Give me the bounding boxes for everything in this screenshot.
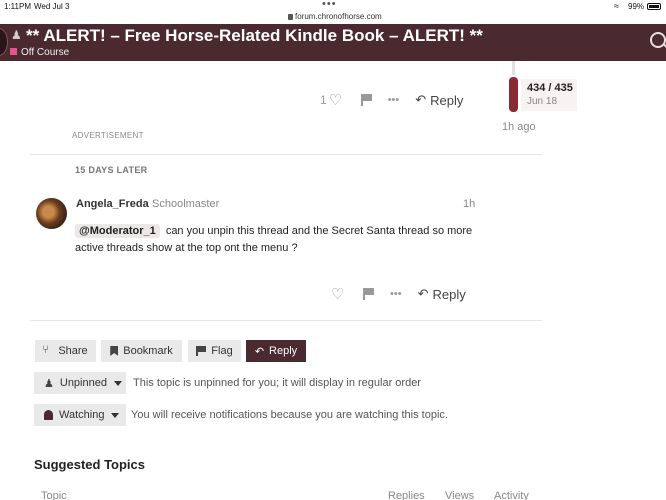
- divider: [30, 320, 542, 321]
- bookmark-icon: [110, 346, 119, 356]
- like-heart-icon[interactable]: [329, 91, 342, 109]
- search-icon[interactable]: [650, 32, 666, 48]
- caret-down-icon: [113, 380, 122, 386]
- reply-label: Reply: [432, 286, 466, 302]
- flag-icon[interactable]: [360, 94, 372, 106]
- notification-level-label: Watching: [59, 409, 105, 421]
- notification-level-text: You will receive notifications because y…: [131, 409, 448, 421]
- url-text: forum.chronofhorse.com: [295, 12, 382, 21]
- category-name: Off Course: [21, 47, 70, 58]
- more-dots-icon[interactable]: •••: [388, 94, 400, 106]
- like-heart-icon[interactable]: [331, 285, 344, 303]
- column-replies[interactable]: Replies: [388, 490, 425, 500]
- reply-label: Reply: [430, 92, 464, 108]
- bell-icon: [44, 410, 53, 420]
- timeline-date: Jun 18: [527, 96, 558, 107]
- battery-percent: 99%: [628, 2, 645, 11]
- reply-arrow-icon: ↶: [254, 345, 265, 358]
- status-bar: 1:11PM Wed Jul 3 ••• forum.chronofhorse.…: [0, 0, 666, 24]
- post-user-title: Schoolmaster: [152, 198, 220, 210]
- post-actions: ••• ↶Reply: [331, 283, 466, 305]
- flag-icon[interactable]: [362, 288, 374, 300]
- post-body: @Moderator_1 can you unpin this thread a…: [75, 223, 495, 257]
- share-label: Share: [58, 345, 88, 357]
- suggested-topics-heading: Suggested Topics: [34, 457, 145, 472]
- more-dots-icon[interactable]: •••: [390, 288, 402, 300]
- timeline-position: 434 / 435: [527, 82, 573, 94]
- flag-icon: [196, 346, 207, 356]
- site-logo[interactable]: [0, 28, 8, 56]
- timeline-track: [512, 61, 515, 75]
- pin-status-label: Unpinned: [59, 377, 107, 389]
- bookmark-button[interactable]: Bookmark: [101, 340, 182, 362]
- battery-icon: [647, 3, 661, 10]
- share-button[interactable]: Share: [35, 340, 96, 362]
- topic-title[interactable]: ** ALERT! – Free Horse-Related Kindle Bo…: [26, 26, 483, 46]
- pin-icon: ♟: [44, 377, 54, 390]
- flag-label: Flag: [211, 345, 233, 357]
- timeline-last-activity[interactable]: 1h ago: [502, 121, 536, 133]
- post-actions-previous: 1 ••• ↶Reply: [320, 89, 463, 111]
- post-time[interactable]: 1h: [463, 198, 475, 210]
- share-icon: [42, 344, 52, 356]
- column-views[interactable]: Views: [445, 490, 474, 500]
- pinned-icon: ♟: [11, 28, 22, 42]
- reply-topic-label: Reply: [269, 345, 298, 357]
- address-bar[interactable]: forum.chronofhorse.com: [288, 12, 382, 21]
- pin-status-text: This topic is unpinned for you; it will …: [133, 377, 421, 389]
- post-username[interactable]: Angela_Freda: [76, 198, 149, 210]
- wifi-icon: ≈: [614, 1, 619, 11]
- status-date: Wed Jul 3: [34, 2, 70, 11]
- divider: [30, 154, 542, 155]
- time-gap-label: 15 DAYS LATER: [75, 165, 148, 175]
- like-count[interactable]: 1: [320, 93, 327, 107]
- pin-status-dropdown[interactable]: ♟ Unpinned: [34, 372, 126, 394]
- notification-level-dropdown[interactable]: Watching: [34, 404, 126, 426]
- reply-button[interactable]: ↶ Reply: [415, 92, 463, 108]
- avatar[interactable]: [36, 198, 67, 229]
- column-topic[interactable]: Topic: [41, 490, 67, 500]
- bookmark-label: Bookmark: [123, 345, 173, 357]
- multitask-dots-icon[interactable]: •••: [322, 0, 337, 10]
- status-time: 1:11PM: [4, 2, 31, 11]
- reply-button[interactable]: ↶ Reply: [418, 286, 466, 302]
- mention-link[interactable]: @Moderator_1: [75, 224, 160, 238]
- reply-arrow-icon: ↶: [417, 286, 429, 301]
- category-color-square: [10, 48, 17, 55]
- category-badge[interactable]: Off Course: [10, 47, 69, 58]
- caret-down-icon: [111, 412, 120, 418]
- reply-topic-button[interactable]: ↶ Reply: [246, 340, 306, 362]
- timeline-handle[interactable]: [509, 77, 518, 112]
- flag-button[interactable]: Flag: [188, 340, 241, 362]
- advertisement-label: ADVERTISEMENT: [72, 131, 144, 140]
- reply-arrow-icon: ↶: [415, 92, 427, 107]
- topic-header: ♟ ** ALERT! – Free Horse-Related Kindle …: [0, 24, 666, 61]
- column-activity[interactable]: Activity: [494, 490, 529, 500]
- lock-icon: [288, 14, 293, 20]
